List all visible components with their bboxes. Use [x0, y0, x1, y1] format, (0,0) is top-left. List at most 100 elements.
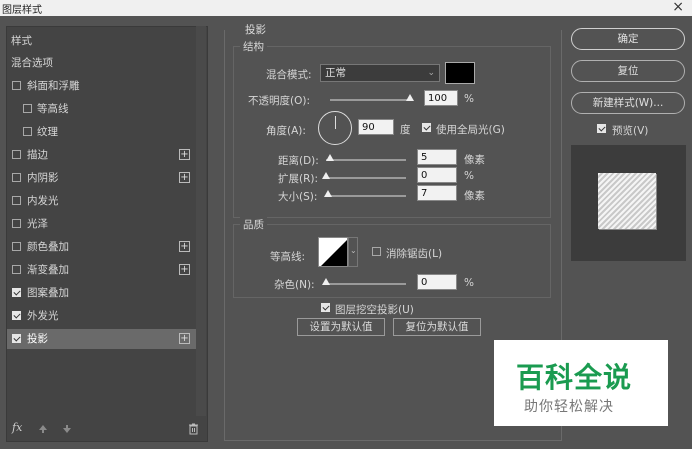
- opacity-unit: %: [464, 93, 474, 105]
- chevron-down-icon: ⌄: [350, 246, 357, 255]
- style-list-scrollbar[interactable]: [196, 26, 206, 416]
- global-light-label: 使用全局光(G): [436, 124, 505, 136]
- knockout-label: 图层挖空投影(U): [335, 304, 414, 316]
- noise-slider[interactable]: [326, 283, 406, 285]
- spread-field[interactable]: 0: [417, 167, 457, 183]
- quality-group: 品质 等高线: ⌄ 消除锯齿(L) 杂色(N): 0 %: [233, 217, 551, 298]
- style-item-label: 图案叠加: [27, 287, 69, 299]
- add-effect-icon[interactable]: +: [179, 264, 190, 275]
- blend-mode-label: 混合模式:: [266, 69, 312, 81]
- distance-label: 距离(D):: [278, 155, 319, 167]
- style-item-checkbox[interactable]: [12, 311, 21, 320]
- contour-picker[interactable]: [318, 237, 348, 267]
- style-item-checkbox[interactable]: [12, 150, 21, 159]
- quality-title: 品质: [240, 217, 267, 232]
- add-effect-icon[interactable]: +: [179, 149, 190, 160]
- style-item[interactable]: 内发光: [7, 191, 203, 211]
- ok-button[interactable]: 确定: [571, 28, 685, 50]
- style-item-label: 投影: [27, 333, 48, 345]
- size-slider-thumb[interactable]: [324, 190, 333, 197]
- blend-mode-select[interactable]: 正常 ⌄: [320, 64, 440, 82]
- size-unit: 像素: [464, 190, 485, 202]
- move-down-icon[interactable]: [62, 424, 72, 434]
- noise-field[interactable]: 0: [417, 274, 457, 290]
- style-item-label: 内发光: [27, 195, 59, 207]
- style-item-checkbox[interactable]: [12, 81, 21, 90]
- trash-icon[interactable]: [188, 423, 199, 435]
- move-up-icon[interactable]: [38, 424, 48, 434]
- style-item-checkbox[interactable]: [23, 104, 32, 113]
- fx-icon[interactable]: fx: [12, 421, 22, 434]
- size-label: 大小(S):: [278, 191, 318, 203]
- style-item[interactable]: 外发光: [7, 306, 203, 326]
- opacity-field[interactable]: 100: [424, 90, 458, 106]
- spread-slider[interactable]: [326, 177, 406, 179]
- reset-button[interactable]: 复位: [571, 60, 685, 82]
- style-item-label: 光泽: [27, 218, 48, 230]
- angle-label: 角度(A):: [266, 125, 306, 137]
- style-item-checkbox[interactable]: [12, 173, 21, 182]
- style-item-checkbox[interactable]: [12, 334, 21, 343]
- style-item-label: 颜色叠加: [27, 241, 69, 253]
- anti-alias-label: 消除锯齿(L): [386, 248, 443, 260]
- style-item-checkbox[interactable]: [12, 242, 21, 251]
- style-list-header-label: 样式: [11, 35, 32, 47]
- style-item-label: 混合选项: [11, 57, 53, 69]
- style-item[interactable]: 纹理: [7, 122, 203, 142]
- angle-field[interactable]: 90: [358, 119, 394, 135]
- add-effect-icon[interactable]: +: [179, 241, 190, 252]
- style-item[interactable]: 等高线: [7, 99, 203, 119]
- style-item-checkbox[interactable]: [23, 127, 32, 136]
- style-item[interactable]: 渐变叠加 +: [7, 260, 203, 280]
- distance-field[interactable]: 5: [417, 149, 457, 165]
- style-item[interactable]: 颜色叠加 +: [7, 237, 203, 257]
- style-item-checkbox[interactable]: [12, 196, 21, 205]
- spread-slider-thumb[interactable]: [322, 172, 330, 179]
- style-item[interactable]: 描边 +: [7, 145, 203, 165]
- style-item-label: 渐变叠加: [27, 264, 69, 276]
- opacity-slider-thumb[interactable]: [406, 94, 414, 101]
- style-item[interactable]: 投影 +: [7, 329, 203, 349]
- contour-curve-icon: [321, 240, 347, 266]
- contour-dropdown[interactable]: ⌄: [348, 237, 358, 267]
- add-effect-icon[interactable]: +: [179, 333, 190, 344]
- style-item[interactable]: 内阴影 +: [7, 168, 203, 188]
- title-bar: 图层样式 ×: [0, 0, 692, 16]
- chevron-down-icon: ⌄: [427, 68, 435, 78]
- style-item[interactable]: 光泽: [7, 214, 203, 234]
- new-style-button[interactable]: 新建样式(W)...: [571, 92, 685, 114]
- style-item[interactable]: 混合选项: [7, 53, 203, 73]
- style-item-checkbox[interactable]: [12, 265, 21, 274]
- spread-label: 扩展(R):: [278, 173, 319, 185]
- style-item-checkbox[interactable]: [12, 288, 21, 297]
- style-item-label: 斜面和浮雕: [27, 80, 80, 92]
- angle-unit: 度: [400, 124, 411, 136]
- preview-checkbox[interactable]: [597, 124, 606, 133]
- style-item-checkbox[interactable]: [12, 219, 21, 228]
- anti-alias-checkbox[interactable]: [372, 247, 381, 256]
- reset-default-button[interactable]: 复位为默认值: [393, 318, 481, 336]
- style-item-label: 内阴影: [27, 172, 59, 184]
- watermark-title: 百科全说: [516, 361, 633, 394]
- noise-slider-thumb[interactable]: [322, 278, 330, 285]
- opacity-label: 不透明度(O):: [248, 95, 310, 107]
- size-field[interactable]: 7: [417, 185, 457, 201]
- shadow-color-swatch[interactable]: [445, 62, 475, 84]
- blend-mode-value: 正常: [325, 67, 346, 79]
- size-slider[interactable]: [326, 195, 406, 197]
- angle-dial[interactable]: [318, 111, 352, 145]
- opacity-slider[interactable]: [330, 99, 410, 101]
- style-list-header[interactable]: 样式: [7, 31, 203, 51]
- distance-slider-thumb[interactable]: [326, 154, 334, 161]
- close-icon[interactable]: ×: [672, 0, 684, 15]
- style-item-label: 等高线: [37, 103, 69, 115]
- spread-unit: %: [464, 170, 474, 182]
- set-default-button[interactable]: 设置为默认值: [297, 318, 385, 336]
- add-effect-icon[interactable]: +: [179, 172, 190, 183]
- global-light-checkbox[interactable]: [422, 123, 431, 132]
- distance-slider[interactable]: [326, 159, 406, 161]
- structure-group: 结构 混合模式: 正常 ⌄ 不透明度(O): 100 % 角度(A): 90 度…: [233, 39, 551, 218]
- style-item[interactable]: 斜面和浮雕: [7, 76, 203, 96]
- style-item[interactable]: 图案叠加: [7, 283, 203, 303]
- knockout-checkbox[interactable]: [321, 303, 330, 312]
